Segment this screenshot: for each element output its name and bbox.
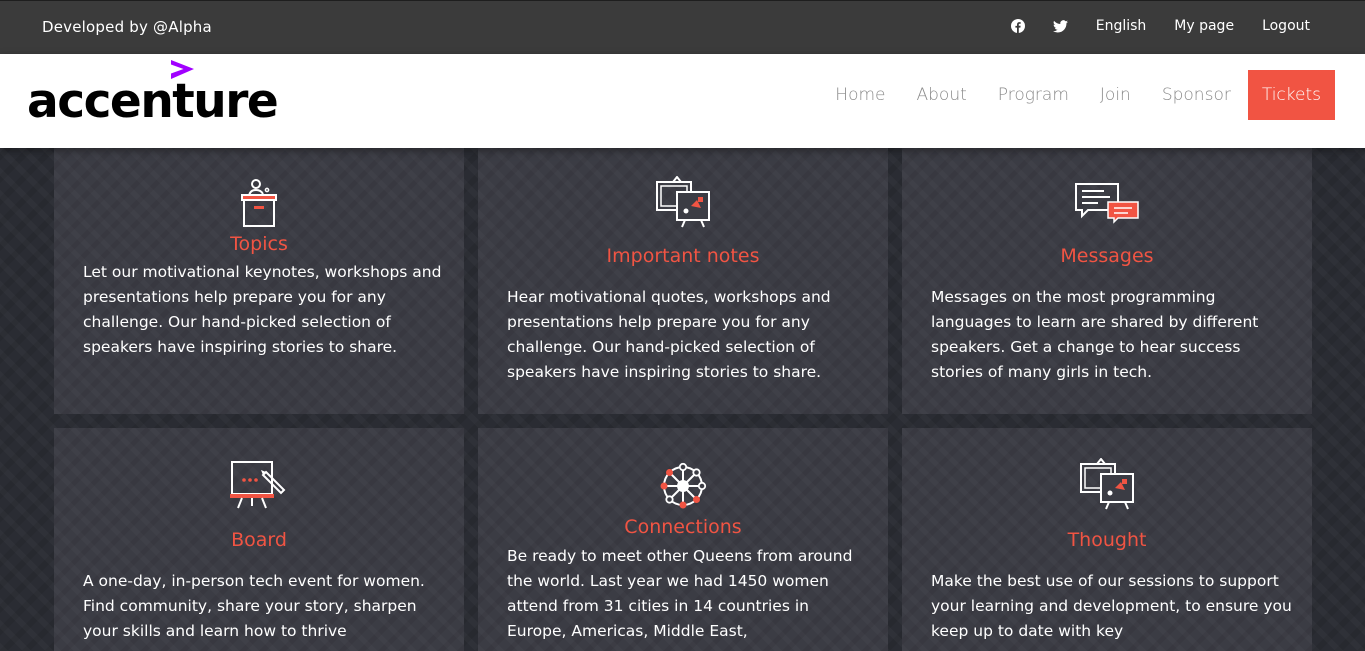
developer-credit: Developed by @Alpha: [42, 18, 212, 36]
nav-program[interactable]: Program: [998, 85, 1069, 105]
logo-wordmark: accenture: [27, 74, 279, 129]
podium-icon: [54, 178, 464, 228]
chat-bubbles-icon: [902, 182, 1312, 224]
card-text: Let our motivational keynotes, workshops…: [83, 263, 442, 356]
card-title: Thought: [1067, 529, 1147, 551]
nav-about[interactable]: About: [917, 85, 967, 105]
card-title: Connections: [624, 516, 742, 538]
primary-nav: Home About Program Join Sponsor Tickets: [804, 70, 1335, 120]
accenture-logo[interactable]: accenture: [27, 58, 279, 134]
facebook-icon[interactable]: [1010, 18, 1026, 34]
presentation-screens-icon: [478, 176, 888, 228]
feature-card: Thought Make the best use of our session…: [902, 428, 1312, 651]
card-text: A one-day, in-person tech event for wome…: [83, 572, 425, 640]
nav-join[interactable]: Join: [1100, 85, 1131, 105]
card-title: Important notes: [606, 245, 760, 267]
card-text: Be ready to meet other Queens from aroun…: [507, 547, 853, 640]
twitter-icon[interactable]: [1053, 18, 1069, 34]
top-bar: Developed by @Alpha English My page Logo…: [0, 0, 1365, 54]
card-title: Messages: [1060, 245, 1154, 267]
tickets-button[interactable]: Tickets: [1247, 70, 1335, 120]
presentation-screens-icon: [902, 458, 1312, 510]
feature-card: Topics Let our motivational keynotes, wo…: [54, 148, 464, 414]
card-text: Hear motivational quotes, workshops and …: [507, 288, 831, 381]
card-text: Messages on the most programming languag…: [931, 288, 1259, 381]
language-selector[interactable]: English: [1096, 18, 1147, 34]
feature-card: Connections Be ready to meet other Queen…: [478, 428, 888, 651]
feature-card: Board A one-day, in-person tech event fo…: [54, 428, 464, 651]
logout-link[interactable]: Logout: [1262, 18, 1310, 34]
network-icon: [478, 462, 888, 510]
card-title: Board: [231, 529, 287, 551]
my-page-link[interactable]: My page: [1174, 18, 1234, 34]
top-bar-links: English My page Logout: [1010, 18, 1310, 34]
nav-sponsor[interactable]: Sponsor: [1162, 85, 1231, 105]
whiteboard-icon: [54, 460, 464, 510]
feature-card: Important notes Hear motivational quotes…: [478, 148, 888, 414]
card-text: Make the best use of our sessions to sup…: [931, 572, 1292, 640]
nav-home[interactable]: Home: [835, 85, 885, 105]
feature-card: Messages Messages on the most programmin…: [902, 148, 1312, 414]
card-title: Topics: [230, 233, 288, 255]
main-navbar: accenture Home About Program Join Sponso…: [0, 54, 1365, 148]
